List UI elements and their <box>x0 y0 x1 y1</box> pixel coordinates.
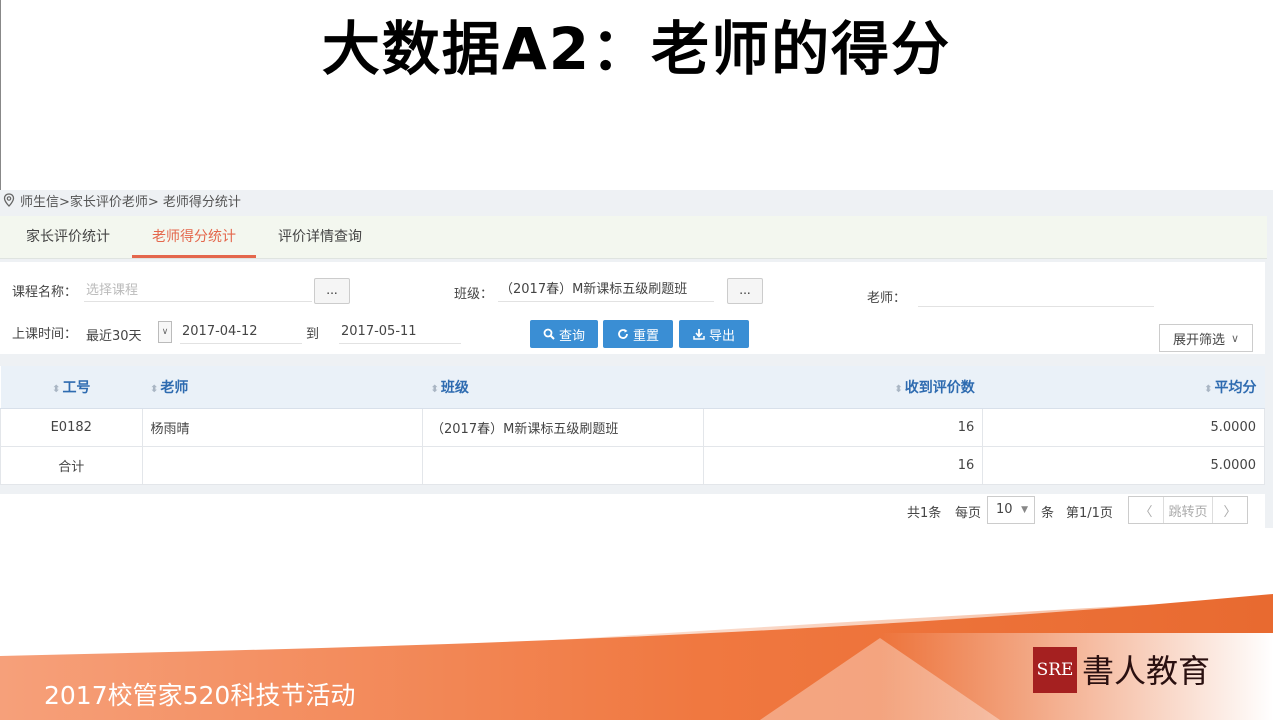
column-header-id[interactable]: ⬍ 工号 <box>0 366 142 409</box>
prev-page-button[interactable]: 〈 <box>1129 497 1163 523</box>
course-input[interactable] <box>84 279 312 302</box>
cell-total-class <box>422 446 704 485</box>
table-header-row: ⬍ 工号 ⬍ 老师 ⬍ 班级 ⬍ 收到评价数 ⬍ 平均分 <box>0 366 1265 409</box>
refresh-icon <box>618 329 628 339</box>
sort-icon: ⬍ <box>52 384 61 395</box>
sort-icon: ⬍ <box>1204 384 1213 395</box>
cell-teacher-link[interactable]: 杨雨晴 <box>141 408 424 447</box>
page-nav: 〈 跳转页 〉 <box>1128 496 1248 524</box>
sort-icon: ⬍ <box>894 384 903 395</box>
brand-logo-mark: SRE <box>1033 647 1077 693</box>
class-picker-button[interactable]: ... <box>727 278 763 304</box>
tab-parent-evaluation-stats[interactable]: 家长评价统计 <box>26 216 110 258</box>
cell-total-count: 16 <box>702 446 984 485</box>
tab-teacher-score-stats[interactable]: 老师得分统计 <box>132 216 256 258</box>
slide-title: 大数据A2：老师的得分 <box>321 15 952 83</box>
expand-filter-button[interactable]: 展开筛选 ∨ <box>1159 324 1253 352</box>
pagination: 共1条 每页 10 ▼ 条 第1/1页 〈 跳转页 〉 <box>0 494 1265 528</box>
chevron-down-icon: ∨ <box>1230 331 1240 345</box>
next-page-button[interactable]: 〉 <box>1213 497 1247 523</box>
column-header-teacher[interactable]: ⬍ 老师 <box>142 366 423 409</box>
class-field[interactable]: （2017春）M新课标五级刷题班 <box>498 279 714 302</box>
to-label: 到 <box>306 327 320 342</box>
teacher-input[interactable] <box>918 284 1154 307</box>
footer-caption: 2017校管家520科技节活动 <box>44 681 356 710</box>
course-picker-button[interactable]: ... <box>314 278 350 304</box>
course-label: 课程名称： <box>12 285 78 300</box>
cell-count: 16 <box>702 408 984 447</box>
chevron-down-icon[interactable]: ∨ <box>158 321 172 343</box>
query-button[interactable]: 查询 <box>530 320 598 348</box>
tab-bar: 家长评价统计 老师得分统计 评价详情查询 <box>0 216 1267 259</box>
chevron-right-icon: 〉 <box>1223 504 1237 520</box>
cell-total-label: 合计 <box>0 446 143 485</box>
cell-id: E0182 <box>0 408 143 447</box>
per-page-label: 每页 <box>955 506 982 521</box>
cell-total-teacher <box>141 446 424 485</box>
time-range-select[interactable]: 最近30天 <box>86 325 142 344</box>
cell-average: 5.0000 <box>982 408 1265 447</box>
teacher-label: 老师： <box>867 291 907 306</box>
chevron-left-icon: 〈 <box>1139 504 1153 520</box>
cell-total-average: 5.0000 <box>982 446 1265 485</box>
reset-button[interactable]: 重置 <box>603 320 673 348</box>
chevron-down-icon: ▼ <box>1021 505 1028 515</box>
jump-page-input[interactable]: 跳转页 <box>1163 497 1213 523</box>
date-from-field[interactable]: 2017-04-12 <box>180 321 302 344</box>
search-icon <box>543 328 555 340</box>
tab-evaluation-detail-query[interactable]: 评价详情查询 <box>278 216 362 258</box>
export-button[interactable]: 导出 <box>679 320 749 348</box>
location-pin-icon <box>3 193 15 207</box>
download-icon <box>693 329 705 340</box>
breadcrumb: 师生信>家长评价老师> 老师得分统计 <box>2 190 241 210</box>
reset-button-label: 重置 <box>632 328 659 344</box>
column-header-count[interactable]: ⬍ 收到评价数 <box>703 366 983 409</box>
cell-class: （2017春）M新课标五级刷题班 <box>422 408 704 447</box>
table-row: E0182 杨雨晴 （2017春）M新课标五级刷题班 16 5.0000 <box>0 408 1265 447</box>
sort-icon: ⬍ <box>430 384 439 395</box>
total-count: 共1条 <box>907 506 942 521</box>
slide-footer: 2017校管家520科技节活动 SRE 書人教育 <box>0 528 1273 720</box>
export-button-label: 导出 <box>708 328 735 344</box>
class-label: 班级： <box>454 287 494 302</box>
class-time-label: 上课时间： <box>12 327 78 342</box>
column-header-average[interactable]: ⬍ 平均分 <box>982 366 1265 409</box>
page-info: 第1/1页 <box>1066 506 1113 521</box>
expand-filter-label: 展开筛选 <box>1172 332 1225 348</box>
table-total-row: 合计 16 5.0000 <box>0 446 1265 485</box>
page-size-value: 10 <box>996 502 1013 517</box>
brand-logo-text: 書人教育 <box>1082 652 1211 690</box>
teacher-score-table: ⬍ 工号 ⬍ 老师 ⬍ 班级 ⬍ 收到评价数 ⬍ 平均分 E0182 杨雨晴 （2017春… <box>0 366 1265 485</box>
breadcrumb-text: 师生信>家长评价老师> 老师得分统计 <box>20 194 241 210</box>
per-page-unit: 条 <box>1041 506 1055 521</box>
sort-icon: ⬍ <box>150 384 159 395</box>
column-header-class[interactable]: ⬍ 班级 <box>422 366 704 409</box>
page-size-select[interactable]: 10 ▼ <box>987 496 1035 524</box>
query-button-label: 查询 <box>558 328 585 344</box>
date-to-field[interactable]: 2017-05-11 <box>339 321 461 344</box>
